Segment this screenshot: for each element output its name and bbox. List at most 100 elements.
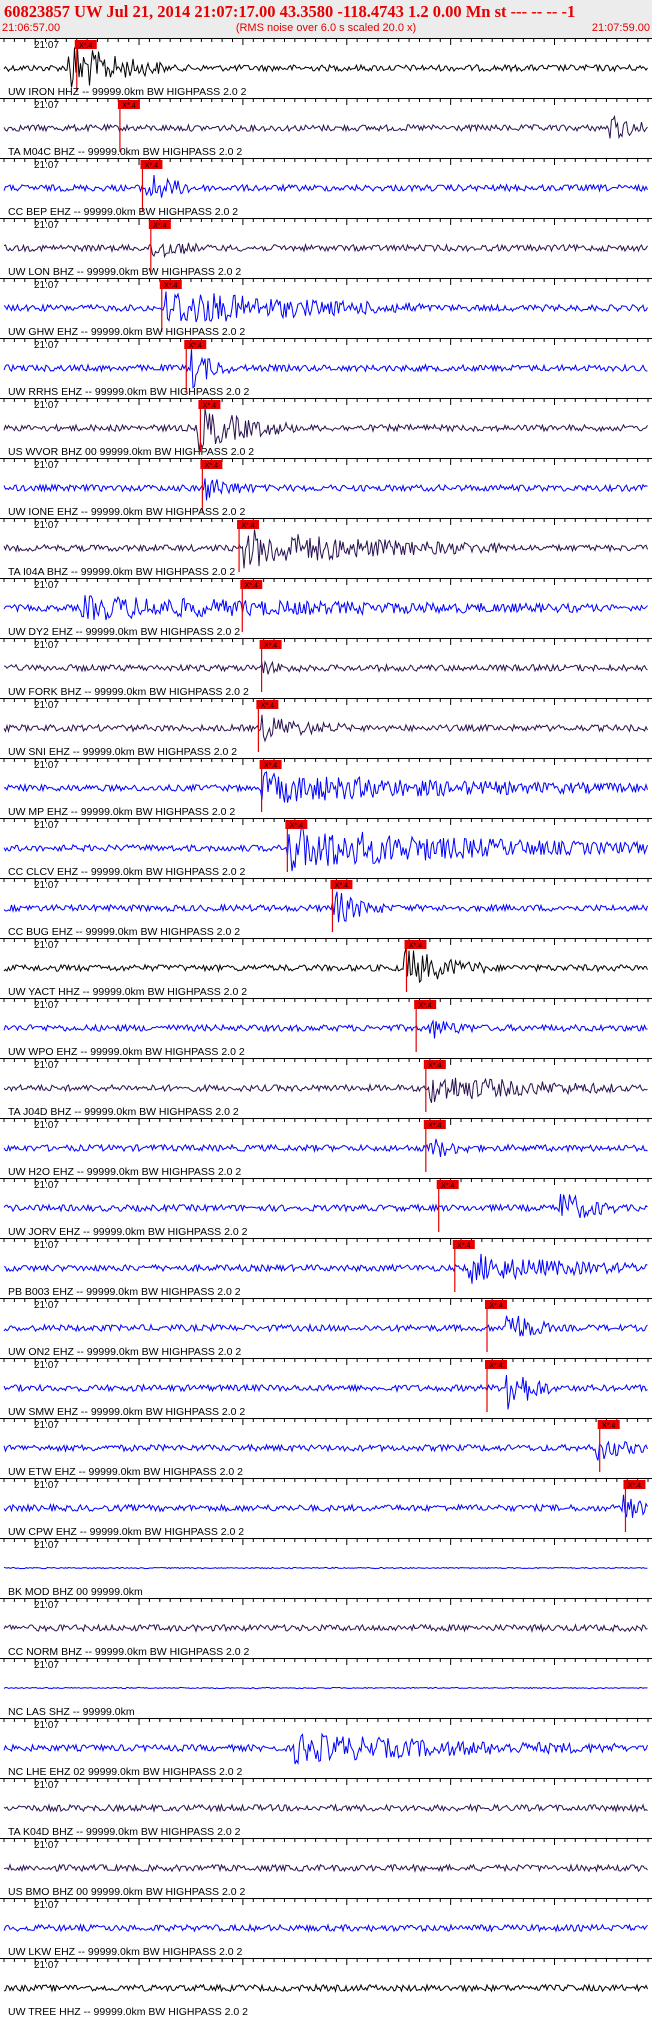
pick-label: X*.4 <box>628 1483 641 1490</box>
trace-row: 21:07 X*.4UW LON BHZ -- 99999.0km BW HIGH… <box>0 218 652 278</box>
trace-row: 21:07 X*.4UW SMW EHZ -- 99999.0km BW HIGH… <box>0 1358 652 1418</box>
station-label: CC BUG EHZ -- 99999.0km BW HIGHPASS 2.0 … <box>8 926 240 938</box>
pick-label: X*.4 <box>602 1423 615 1430</box>
pick-label: X*.4 <box>164 283 177 290</box>
station-label: UW IRON HHZ -- 99999.0km BW HIGHPASS 2.0… <box>8 86 247 98</box>
header-bar: 60823857 UW Jul 21, 2014 21:07:17.00 43.… <box>0 0 652 38</box>
waveform-trace <box>3 660 648 675</box>
trace-row: 21:07 X*.4UW H2O EHZ -- 99999.0km BW HIGH… <box>0 1118 652 1178</box>
trace-row: 21:07 X*.4UW MP EHZ -- 99999.0km BW HIGHP… <box>0 758 652 818</box>
pick-label: X*.4 <box>241 523 254 530</box>
station-label: US BMO BHZ 00 99999.0km BW HIGHPASS 2.0 … <box>8 1886 245 1898</box>
station-label: UW LON BHZ -- 99999.0km BW HIGHPASS 2.0 … <box>8 266 241 278</box>
station-label: UW DY2 EHZ -- 99999.0km BW HIGHPASS 2.0 … <box>8 626 240 638</box>
station-label: US WVOR BHZ 00 99999.0km BW HIGHPASS 2.0… <box>8 446 254 458</box>
event-title: 60823857 UW Jul 21, 2014 21:07:17.00 43.… <box>4 2 576 21</box>
trace-row: 21:07 X*.4UW JORV EHZ -- 99999.0km BW HIG… <box>0 1178 652 1238</box>
station-label: UW ETW EHZ -- 99999.0km BW HIGHPASS 2.0 … <box>8 1466 243 1478</box>
station-label: UW FORK BHZ -- 99999.0km BW HIGHPASS 2.0… <box>8 686 249 698</box>
waveform-trace <box>3 1803 648 1813</box>
trace-row: 21:07 X*.4CC CLCV EHZ -- 99999.0km BW HIG… <box>0 818 652 878</box>
waveform-trace <box>3 771 648 803</box>
station-label: PB B003 EHZ -- 99999.0km BW HIGHPASS 2.0… <box>8 1286 241 1298</box>
waveform-trace <box>3 174 648 198</box>
trace-row: 21:07 X*.4US WVOR BHZ 00 99999.0km BW HIG… <box>0 398 652 458</box>
trace-row: 21:07 X*.4UW IRON HHZ -- 99999.0km BW HIG… <box>0 38 652 98</box>
pick-label: X*.4 <box>335 883 348 890</box>
station-label: UW YACT HHZ -- 99999.0km BW HIGHPASS 2.0… <box>8 986 247 998</box>
station-label: UW MP EHZ -- 99999.0km BW HIGHPASS 2.0 2 <box>8 806 235 818</box>
waveform-trace <box>3 1732 648 1765</box>
waveform-trace <box>3 47 648 88</box>
waveform-trace <box>3 1138 648 1158</box>
pick-label: X*.4 <box>428 1123 441 1130</box>
trace-row: 21:07 X*.4UW WPO EHZ -- 99999.0km BW HIGH… <box>0 998 652 1058</box>
waveform-trace <box>3 1077 648 1103</box>
trace-row: 21:07 X*.4UW ON2 EHZ -- 99999.0km BW HIGH… <box>0 1298 652 1358</box>
station-label: TA M04C BHZ -- 99999.0km BW HIGHPASS 2.0… <box>8 146 242 158</box>
station-label: TA J04D BHZ -- 99999.0km BW HIGHPASS 2.0… <box>8 1106 239 1118</box>
pick-label: X*.4 <box>189 343 202 350</box>
trace-row: 21:07UW TREE HHZ -- 99999.0km BW HIGHPAS… <box>0 1958 652 2018</box>
pick-label: X*.4 <box>441 1183 454 1190</box>
station-label: UW H2O EHZ -- 99999.0km BW HIGHPASS 2.0 … <box>8 1166 241 1178</box>
trace-row: 21:07 X*.4UW FORK BHZ -- 99999.0km BW HIG… <box>0 638 652 698</box>
waveform-trace <box>3 478 648 501</box>
waveform-trace <box>3 1193 648 1219</box>
waveform-trace <box>3 714 648 743</box>
station-label: TA I04A BHZ -- 99999.0km BW HIGHPASS 2.0… <box>8 566 235 578</box>
station-label: TA K04D BHZ -- 99999.0km BW HIGHPASS 2.0… <box>8 1826 241 1838</box>
trace-row: 21:07NC LAS SHZ -- 99999.0km <box>0 1658 652 1718</box>
waveform-trace <box>3 1983 648 1993</box>
pick-label: X*.4 <box>79 43 92 50</box>
pick-label: X*.4 <box>264 643 277 650</box>
waveform-trace <box>3 1922 648 1933</box>
station-label: UW WPO EHZ -- 99999.0km BW HIGHPASS 2.0 … <box>8 1046 245 1058</box>
waveform-trace <box>3 1374 648 1410</box>
waveform-trace <box>3 408 648 450</box>
waveform-trace <box>3 1863 648 1874</box>
pick-label: X*.4 <box>457 1243 470 1250</box>
seismogram-plot: 21:07 X*.4UW IRON HHZ -- 99999.0km BW HIG… <box>0 38 652 2018</box>
trace-row: 21:07 X*.4TA I04A BHZ -- 99999.0km BW HIG… <box>0 518 652 578</box>
trace-row: 21:07 X*.4TA M04C BHZ -- 99999.0km BW HIG… <box>0 98 652 158</box>
trace-row: 21:07UW LKW EHZ -- 99999.0km BW HIGHPASS… <box>0 1898 652 1958</box>
trace-row: 21:07 X*.4UW DY2 EHZ -- 99999.0km BW HIGH… <box>0 578 652 638</box>
pick-label: X*.4 <box>409 943 422 950</box>
pick-label: X*.4 <box>245 583 258 590</box>
station-label: UW IONE EHZ -- 99999.0km BW HIGHPASS 2.0… <box>8 506 245 518</box>
station-label: CC BEP EHZ -- 99999.0km BW HIGHPASS 2.0 … <box>8 206 238 218</box>
trace-row: 21:07NC LHE EHZ 02 99999.0km BW HIGHPASS… <box>0 1718 652 1778</box>
waveform-trace <box>3 242 648 259</box>
station-label: UW ON2 EHZ -- 99999.0km BW HIGHPASS 2.0 … <box>8 1346 241 1358</box>
trace-row: 21:07 X*.4UW YACT HHZ -- 99999.0km BW HIG… <box>0 938 652 998</box>
pick-label: X*.4 <box>145 163 158 170</box>
station-label: UW SNI EHZ -- 99999.0km BW HIGHPASS 2.0 … <box>8 746 237 758</box>
pick-label: X*.4 <box>122 103 135 110</box>
trace-row: 21:07 X*.4CC BEP EHZ -- 99999.0km BW HIGH… <box>0 158 652 218</box>
trace-row: 21:07 X*.4UW CPW EHZ -- 99999.0km BW HIGH… <box>0 1478 652 1538</box>
waveform-trace <box>3 291 648 323</box>
trace-row: 21:07 X*.4CC BUG EHZ -- 99999.0km BW HIGH… <box>0 878 652 938</box>
pick-label: X*.4 <box>153 223 166 230</box>
station-label: BK MOD BHZ 00 99999.0km <box>8 1586 143 1598</box>
trace-row: 21:07 X*.4UW SNI EHZ -- 99999.0km BW HIGH… <box>0 698 652 758</box>
waveform-trace <box>3 891 648 923</box>
pick-label: X*.4 <box>428 1063 441 1070</box>
trace-row: 21:07 X*.4UW GHW EHZ -- 99999.0km BW HIGH… <box>0 278 652 338</box>
station-label: NC LAS SHZ -- 99999.0km <box>8 1706 135 1718</box>
trace-row: 21:07US BMO BHZ 00 99999.0km BW HIGHPASS… <box>0 1838 652 1898</box>
station-label: UW LKW EHZ -- 99999.0km BW HIGHPASS 2.0 … <box>8 1946 243 1958</box>
station-label: NC LHE EHZ 02 99999.0km BW HIGHPASS 2.0 … <box>8 1766 243 1778</box>
waveform-trace <box>3 1686 648 1690</box>
pick-label: X*.4 <box>489 1363 502 1370</box>
station-label: UW SMW EHZ -- 99999.0km BW HIGHPASS 2.0 … <box>8 1406 245 1418</box>
trace-row: 21:07 X*.4UW RRHS EHZ -- 99999.0km BW HIG… <box>0 338 652 398</box>
station-label: UW CPW EHZ -- 99999.0km BW HIGHPASS 2.0 … <box>8 1526 244 1538</box>
end-time: 21:07:59.00 <box>591 22 650 34</box>
waveform-trace <box>3 1623 648 1633</box>
waveform-trace <box>3 948 648 984</box>
waveform-trace <box>3 825 648 872</box>
trace-row: 21:07 X*.4UW ETW EHZ -- 99999.0km BW HIGH… <box>0 1418 652 1478</box>
waveform-trace <box>3 529 648 569</box>
